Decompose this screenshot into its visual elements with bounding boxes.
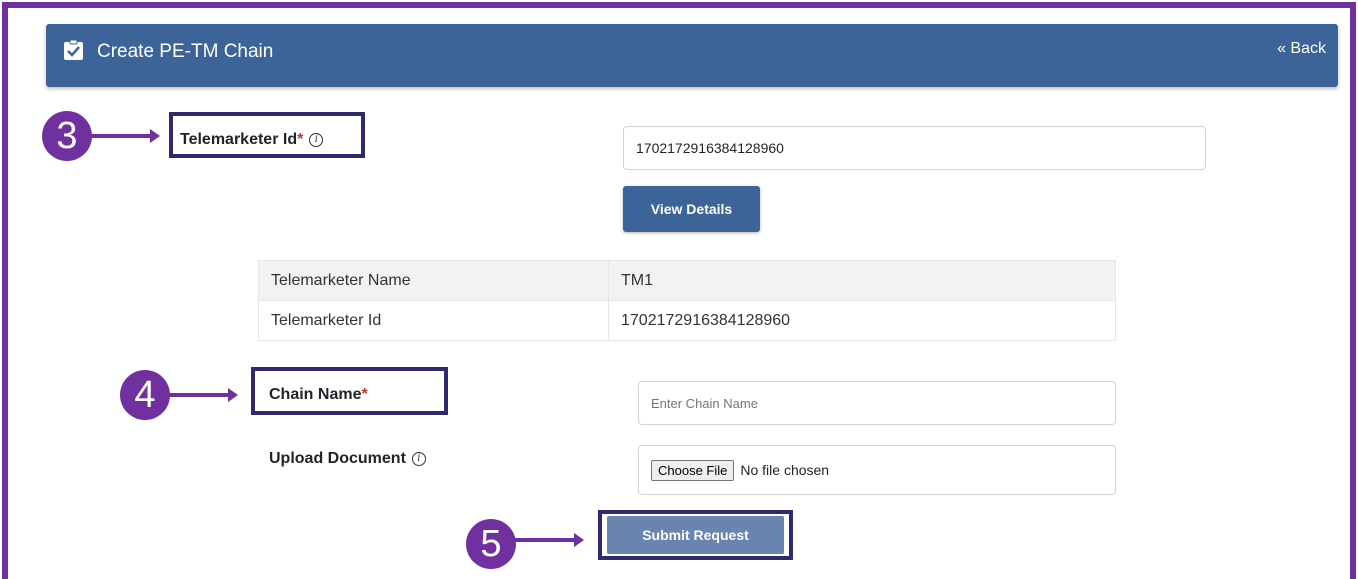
info-icon[interactable]: i: [309, 132, 324, 147]
back-link[interactable]: « Back: [1277, 40, 1326, 58]
info-icon[interactable]: i: [411, 451, 426, 466]
page-title: Create PE-TM Chain: [97, 41, 274, 62]
upload-document-label: Upload Document i: [269, 450, 426, 468]
required-mark: *: [361, 386, 368, 403]
table-cell-key: Telemarketer Name: [258, 260, 609, 301]
upload-document-field[interactable]: Choose File No file chosen: [638, 445, 1116, 495]
step-3-arrow: [90, 129, 160, 143]
telemarketer-details-table: Telemarketer Name TM1 Telemarketer Id 17…: [258, 260, 1116, 341]
step-5-arrow: [514, 533, 584, 547]
chain-name-label: Chain Name*: [269, 386, 368, 403]
table-cell-value: 1702172916384128960: [608, 300, 1116, 341]
choose-file-button[interactable]: Choose File: [651, 459, 735, 481]
step-4-arrow: [168, 388, 238, 402]
view-details-button[interactable]: View Details: [623, 186, 760, 232]
page-header: Create PE-TM Chain « Back: [46, 24, 1338, 87]
table-cell-key: Telemarketer Id: [258, 300, 609, 341]
step-4-marker: 4: [120, 370, 170, 420]
step-5-marker: 5: [466, 519, 516, 569]
chain-name-input[interactable]: [638, 381, 1116, 425]
table-row: Telemarketer Name TM1: [258, 260, 1116, 301]
table-cell-value: TM1: [608, 260, 1116, 301]
file-status: No file chosen: [740, 462, 830, 478]
step-3-marker: 3: [42, 111, 92, 161]
telemarketer-id-label: Telemarketer Id* i: [180, 131, 324, 149]
clipboard-check-icon: [64, 40, 83, 60]
telemarketer-id-input[interactable]: 1702172916384128960: [623, 126, 1206, 170]
required-mark: *: [297, 131, 304, 148]
table-row: Telemarketer Id 1702172916384128960: [258, 300, 1116, 341]
submit-request-button[interactable]: Submit Request: [607, 516, 784, 554]
